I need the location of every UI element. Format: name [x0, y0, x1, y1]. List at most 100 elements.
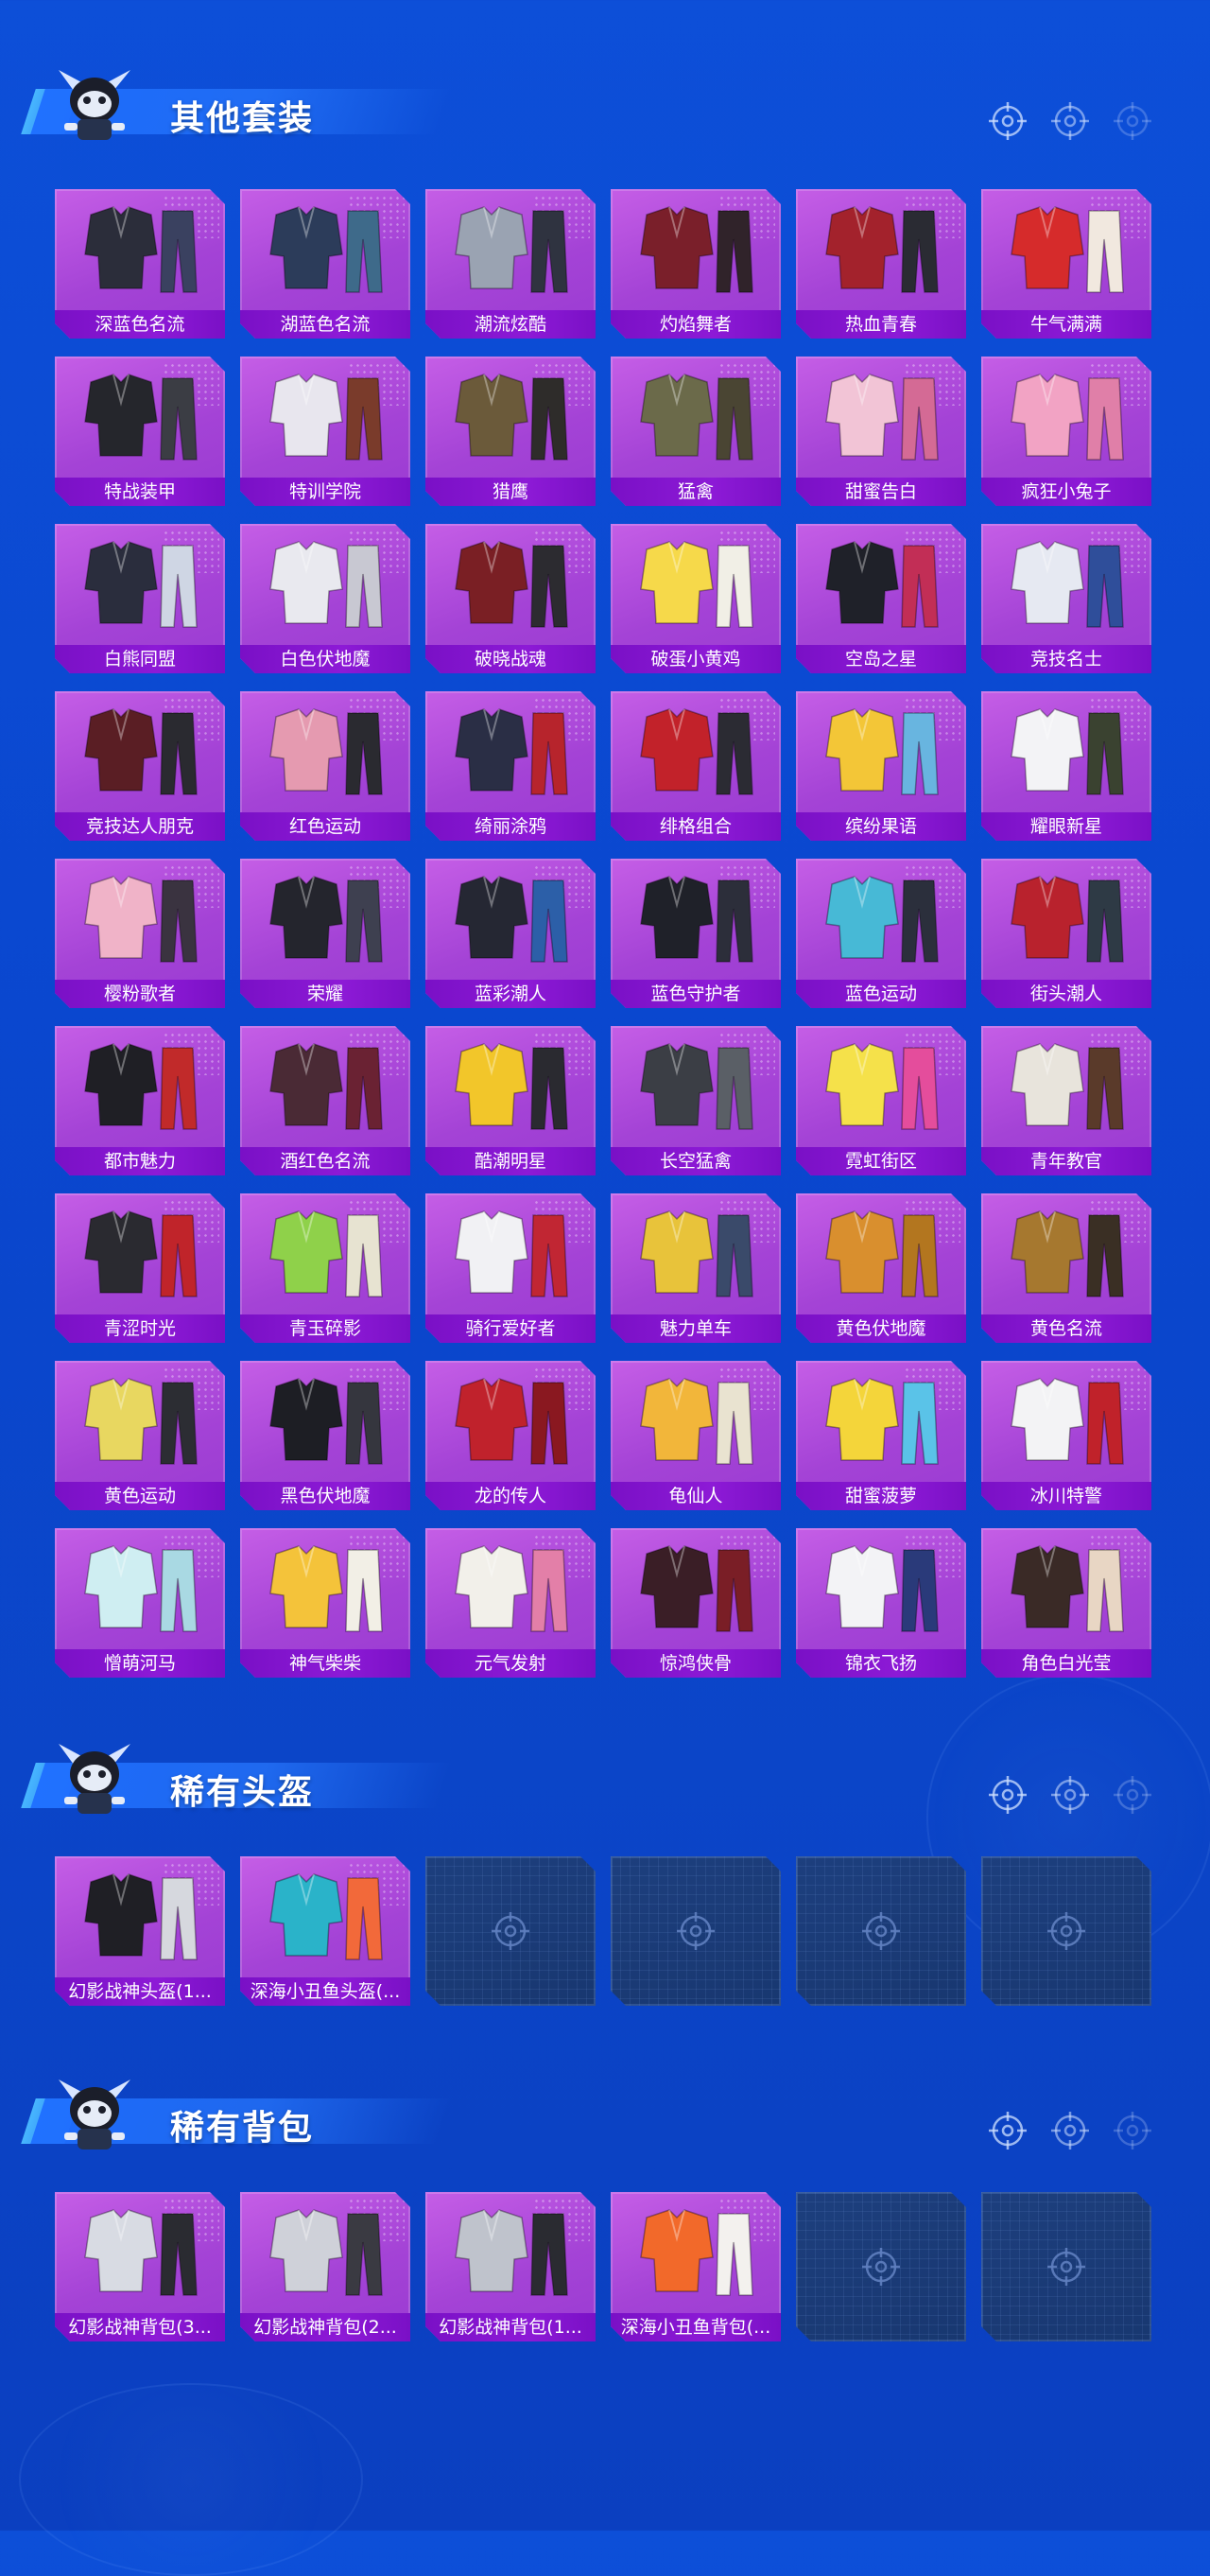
item-card[interactable]: 猛禽: [611, 357, 781, 506]
item-label: 青年教官: [981, 1147, 1151, 1175]
item-card[interactable]: 牛气满满: [981, 189, 1151, 339]
item-image: [611, 1534, 781, 1644]
empty-slot: [796, 2192, 966, 2341]
item-card[interactable]: 黑色伏地魔: [240, 1361, 410, 1510]
item-card[interactable]: 青玉碎影: [240, 1193, 410, 1343]
item-card[interactable]: 神气柴柴: [240, 1528, 410, 1678]
item-card[interactable]: 蓝彩潮人: [425, 859, 596, 1008]
item-image: [981, 864, 1151, 974]
item-card[interactable]: 特战装甲: [55, 357, 225, 506]
item-label: 霓虹街区: [796, 1147, 966, 1175]
item-card[interactable]: 白色伏地魔: [240, 524, 410, 673]
item-card[interactable]: 骑行爱好者: [425, 1193, 596, 1343]
item-label: 冰川特警: [981, 1482, 1151, 1510]
item-card[interactable]: 缤纷果语: [796, 691, 966, 841]
item-card[interactable]: 角色白光莹: [981, 1528, 1151, 1678]
item-card[interactable]: 竞技达人朋克: [55, 691, 225, 841]
section-header: 稀有背包: [21, 2066, 1182, 2170]
item-image: [240, 2198, 410, 2307]
item-image: [55, 1032, 225, 1141]
item-label: 深海小丑鱼头盔(...: [240, 1977, 410, 2006]
item-image: [55, 864, 225, 974]
item-card[interactable]: 荣耀: [240, 859, 410, 1008]
item-card[interactable]: 青年教官: [981, 1026, 1151, 1175]
item-card[interactable]: 酷潮明星: [425, 1026, 596, 1175]
crosshair-icon: [1049, 2110, 1091, 2151]
item-card[interactable]: 绯格组合: [611, 691, 781, 841]
item-image: [611, 1032, 781, 1141]
item-card[interactable]: 青涩时光: [55, 1193, 225, 1343]
crosshair-icon: [675, 1910, 717, 1952]
item-image: [611, 362, 781, 472]
item-card[interactable]: 魅力单车: [611, 1193, 781, 1343]
item-card[interactable]: 空岛之星: [796, 524, 966, 673]
item-card[interactable]: 幻影战神背包(1...: [425, 2192, 596, 2341]
item-label: 龟仙人: [611, 1482, 781, 1510]
item-card[interactable]: 幻影战神背包(3...: [55, 2192, 225, 2341]
item-card[interactable]: 憎萌河马: [55, 1528, 225, 1678]
item-card[interactable]: 破蛋小黄鸡: [611, 524, 781, 673]
item-card[interactable]: 幻影战神背包(2...: [240, 2192, 410, 2341]
item-image: [981, 362, 1151, 472]
item-card[interactable]: 破晓战魂: [425, 524, 596, 673]
item-card[interactable]: 黄色运动: [55, 1361, 225, 1510]
item-label: 酷潮明星: [425, 1147, 596, 1175]
item-image: [981, 530, 1151, 639]
item-card[interactable]: 湖蓝色名流: [240, 189, 410, 339]
item-image: [240, 530, 410, 639]
item-card[interactable]: 耀眼新星: [981, 691, 1151, 841]
item-card[interactable]: 甜蜜菠萝: [796, 1361, 966, 1510]
item-card[interactable]: 惊鸿侠骨: [611, 1528, 781, 1678]
item-label: 破晓战魂: [425, 645, 596, 673]
item-image: [611, 530, 781, 639]
item-card[interactable]: 霓虹街区: [796, 1026, 966, 1175]
item-card[interactable]: 竞技名士: [981, 524, 1151, 673]
item-card[interactable]: 绮丽涂鸦: [425, 691, 596, 841]
item-card[interactable]: 龙的传人: [425, 1361, 596, 1510]
item-card[interactable]: 冰川特警: [981, 1361, 1151, 1510]
item-image: [796, 530, 966, 639]
item-image: [240, 697, 410, 807]
item-card[interactable]: 热血青春: [796, 189, 966, 339]
item-label: 湖蓝色名流: [240, 310, 410, 339]
item-card[interactable]: 樱粉歌者: [55, 859, 225, 1008]
empty-slot: [425, 1856, 596, 2006]
item-label: 幻影战神背包(1...: [425, 2313, 596, 2341]
item-card[interactable]: 白熊同盟: [55, 524, 225, 673]
section-title: 稀有头盔: [170, 1773, 315, 1812]
item-image: [611, 697, 781, 807]
item-card[interactable]: 疯狂小兔子: [981, 357, 1151, 506]
item-card[interactable]: 元气发射: [425, 1528, 596, 1678]
empty-slot: [981, 2192, 1151, 2341]
item-label: 骑行爱好者: [425, 1314, 596, 1343]
item-card[interactable]: 潮流炫酷: [425, 189, 596, 339]
item-image: [425, 362, 596, 472]
item-card[interactable]: 黄色伏地魔: [796, 1193, 966, 1343]
item-card[interactable]: 都市魅力: [55, 1026, 225, 1175]
item-label: 疯狂小兔子: [981, 478, 1151, 506]
empty-slot: [981, 1856, 1151, 2006]
item-card[interactable]: 长空猛禽: [611, 1026, 781, 1175]
item-card[interactable]: 蓝色运动: [796, 859, 966, 1008]
item-card[interactable]: 深蓝色名流: [55, 189, 225, 339]
item-card[interactable]: 酒红色名流: [240, 1026, 410, 1175]
item-card[interactable]: 黄色名流: [981, 1193, 1151, 1343]
crosshair-icon: [987, 100, 1028, 142]
item-card[interactable]: 特训学院: [240, 357, 410, 506]
item-label: 深海小丑鱼背包(...: [611, 2313, 781, 2341]
item-card[interactable]: 龟仙人: [611, 1361, 781, 1510]
item-image: [240, 1366, 410, 1476]
item-card[interactable]: 深海小丑鱼背包(...: [611, 2192, 781, 2341]
item-card[interactable]: 深海小丑鱼头盔(...: [240, 1856, 410, 2006]
item-image: [981, 697, 1151, 807]
item-card[interactable]: 幻影战神头盔(1...: [55, 1856, 225, 2006]
item-card[interactable]: 蓝色守护者: [611, 859, 781, 1008]
item-label: 蓝色守护者: [611, 980, 781, 1008]
item-label: 白熊同盟: [55, 645, 225, 673]
item-card[interactable]: 街头潮人: [981, 859, 1151, 1008]
item-card[interactable]: 猎鹰: [425, 357, 596, 506]
item-card[interactable]: 锦衣飞扬: [796, 1528, 966, 1678]
item-card[interactable]: 灼焰舞者: [611, 189, 781, 339]
item-card[interactable]: 甜蜜告白: [796, 357, 966, 506]
item-card[interactable]: 红色运动: [240, 691, 410, 841]
